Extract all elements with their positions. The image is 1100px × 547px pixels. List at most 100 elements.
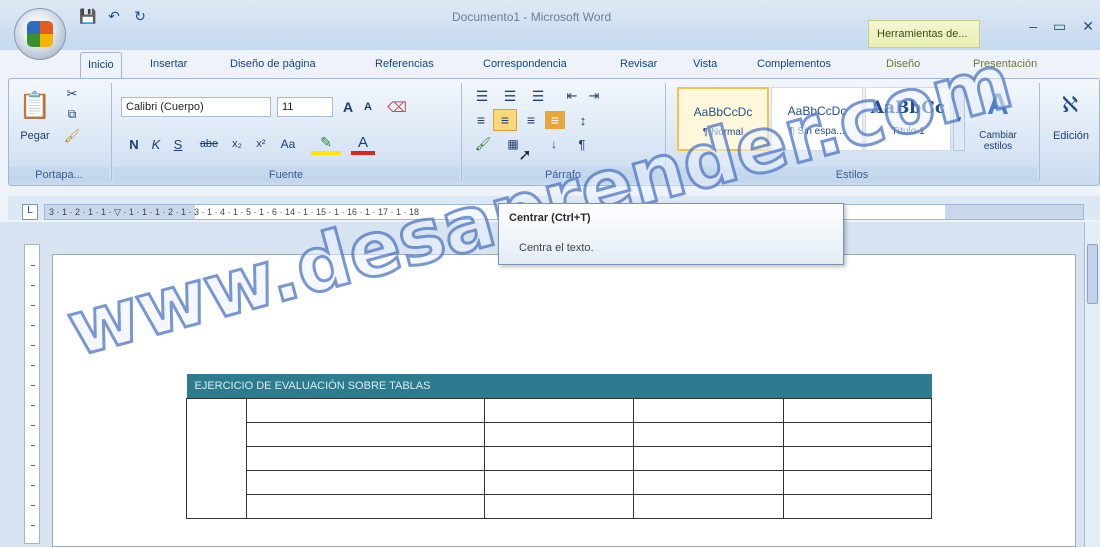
style-name: ¶ Sin espa...: [789, 126, 845, 137]
table-cell[interactable]: [483, 493, 635, 519]
tab-diseno-pagina[interactable]: Diseño de página: [230, 52, 316, 78]
style-heading-1[interactable]: AaBbCc Título 1: [865, 87, 951, 151]
table-cell[interactable]: [245, 421, 485, 447]
maximize-icon[interactable]: ▭: [1053, 18, 1066, 35]
table-cell[interactable]: [483, 397, 635, 423]
mouse-cursor-icon: ➚: [518, 147, 532, 164]
table-cell[interactable]: [783, 445, 932, 471]
multilevel-list-icon[interactable]: ☰: [527, 87, 549, 105]
strikethrough-button[interactable]: abe: [195, 135, 223, 153]
vertical-ruler[interactable]: [24, 244, 40, 544]
table-cell[interactable]: [633, 493, 785, 519]
tab-diseno[interactable]: Diseño: [886, 52, 920, 78]
bold-button[interactable]: N: [125, 135, 143, 153]
tab-inicio[interactable]: Inicio: [80, 52, 122, 78]
table-cell[interactable]: [245, 493, 485, 519]
ruler-tick: [31, 385, 35, 386]
table-header[interactable]: EJERCICIO DE EVALUACIÓN SOBRE TABLAS: [186, 374, 932, 398]
close-icon[interactable]: ✕: [1082, 18, 1094, 35]
shrink-font-icon[interactable]: A: [359, 97, 377, 117]
styles-more-icon[interactable]: ▾: [953, 87, 965, 151]
table-cell[interactable]: [783, 421, 932, 447]
table-cell[interactable]: [633, 445, 785, 471]
change-styles-button[interactable]: Cambiar estilos: [969, 127, 1027, 155]
save-icon[interactable]: 💾: [78, 6, 98, 26]
change-case-button[interactable]: Aa: [275, 135, 301, 153]
table-cell[interactable]: [245, 397, 485, 423]
table-cell[interactable]: [483, 421, 635, 447]
table-cell[interactable]: [483, 469, 635, 495]
style-sample: AaBbCc: [870, 98, 946, 118]
style-name: ¶ Normal: [702, 127, 744, 138]
clear-format-icon[interactable]: ⌫: [385, 95, 409, 119]
tooltip-title: Centrar (Ctrl+T): [509, 212, 591, 224]
tab-referencias[interactable]: Referencias: [375, 52, 434, 78]
quick-access-toolbar: 💾 ↶ ↻: [78, 6, 150, 26]
table-cell[interactable]: [783, 397, 932, 423]
tab-presentacion[interactable]: Presentación: [973, 52, 1037, 78]
ribbon-tabs: Inicio Insertar Diseño de página Referen…: [80, 52, 1100, 78]
shading-icon[interactable]: 🖌: [471, 135, 495, 153]
justify-icon[interactable]: ≡: [545, 111, 565, 129]
ruler-tick: [31, 365, 35, 366]
font-family-select[interactable]: Calibri (Cuerpo): [121, 97, 271, 117]
table-cell[interactable]: [633, 469, 785, 495]
decrease-indent-icon[interactable]: ⇤: [563, 87, 581, 105]
table-cell[interactable]: [483, 445, 635, 471]
ruler-tick: [31, 525, 35, 526]
font-size-select[interactable]: 11: [277, 97, 333, 117]
align-center-icon[interactable]: ≡: [493, 109, 517, 131]
format-painter-icon[interactable]: 🖌: [63, 127, 81, 145]
copy-icon[interactable]: ⧉: [63, 105, 81, 123]
italic-button[interactable]: K: [147, 135, 165, 153]
line-spacing-icon[interactable]: ↕: [571, 111, 595, 129]
minimize-icon[interactable]: –: [1029, 18, 1037, 35]
increase-indent-icon[interactable]: ⇥: [585, 87, 603, 105]
group-separator: [111, 83, 112, 181]
ruler-tick: [31, 405, 35, 406]
show-marks-button[interactable]: ¶: [571, 135, 593, 153]
highlight-icon[interactable]: ✎: [311, 133, 341, 155]
underline-button[interactable]: S: [169, 135, 187, 153]
table-cell[interactable]: [633, 421, 785, 447]
sort-icon[interactable]: ↓: [543, 135, 565, 153]
document-table[interactable]: EJERCICIO DE EVALUACIÓN SOBRE TABLAS: [186, 374, 932, 519]
cut-icon[interactable]: ✂: [63, 85, 81, 103]
editing-button[interactable]: Edición: [1045, 127, 1097, 145]
style-normal[interactable]: AaBbCcDc ¶ Normal: [677, 87, 769, 151]
superscript-button[interactable]: x²: [251, 135, 271, 153]
tab-selector[interactable]: L: [22, 204, 38, 220]
table-cell[interactable]: [245, 445, 485, 471]
paste-button[interactable]: Pegar: [15, 129, 55, 143]
editing-icon[interactable]: ℵ: [1045, 85, 1095, 125]
vertical-scrollbar[interactable]: [1084, 222, 1100, 547]
tab-correspondencia[interactable]: Correspondencia: [483, 52, 567, 78]
style-no-spacing[interactable]: AaBbCcDc ¶ Sin espa...: [771, 87, 863, 151]
numbering-icon[interactable]: ☰: [499, 87, 521, 105]
paste-icon[interactable]: 📋: [15, 85, 55, 125]
group-separator: [461, 83, 462, 181]
align-right-icon[interactable]: ≡: [521, 111, 541, 129]
redo-icon[interactable]: ↻: [130, 6, 150, 26]
table-cell[interactable]: [186, 397, 247, 519]
scrollbar-thumb[interactable]: [1087, 244, 1098, 304]
tab-vista[interactable]: Vista: [693, 52, 717, 78]
change-styles-icon[interactable]: A: [969, 85, 1027, 125]
tooltip-description: Centra el texto.: [519, 242, 594, 254]
tab-revisar[interactable]: Revisar: [620, 52, 657, 78]
office-button[interactable]: [14, 8, 66, 60]
align-left-icon[interactable]: ≡: [471, 111, 491, 129]
table-cell[interactable]: [783, 469, 932, 495]
font-color-button[interactable]: A: [351, 133, 375, 155]
grow-font-icon[interactable]: A: [339, 97, 357, 117]
subscript-button[interactable]: x₂: [227, 135, 247, 153]
bullets-icon[interactable]: ☰: [471, 87, 493, 105]
tab-insertar[interactable]: Insertar: [150, 52, 187, 78]
table-cell[interactable]: [245, 469, 485, 495]
tab-complementos[interactable]: Complementos: [757, 52, 831, 78]
ruler-tick: [31, 265, 35, 266]
ruler-tick: [31, 325, 35, 326]
table-cell[interactable]: [633, 397, 785, 423]
undo-icon[interactable]: ↶: [104, 6, 124, 26]
table-cell[interactable]: [783, 493, 932, 519]
